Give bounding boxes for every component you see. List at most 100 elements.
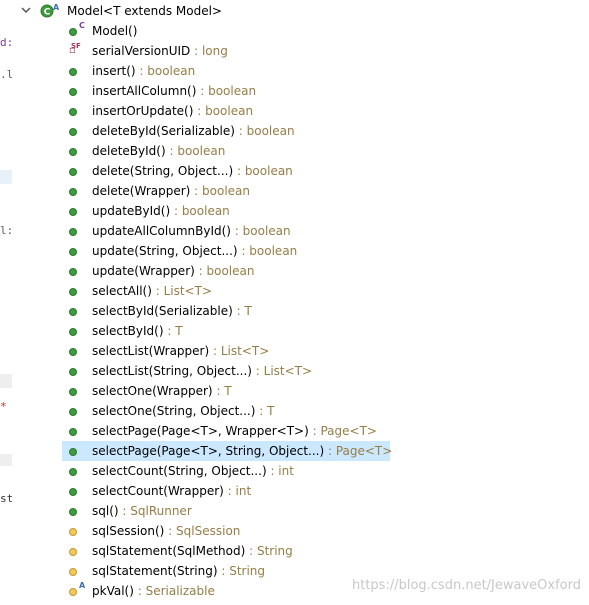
svg-text:C: C <box>44 8 51 18</box>
member-row-delete-wrapper[interactable]: delete(Wrapper) : boolean <box>12 181 589 201</box>
member-label[interactable]: update(String, Object...) : boolean <box>92 241 297 261</box>
chevron-down-icon[interactable] <box>20 3 32 17</box>
protected-method-icon <box>69 548 77 556</box>
member-return-type: T <box>267 404 275 418</box>
member-label[interactable]: sql() : SqlRunner <box>92 501 192 521</box>
member-label[interactable]: deleteById() : boolean <box>92 141 225 161</box>
member-row-selectall[interactable]: selectAll() : List<T> <box>12 281 589 301</box>
member-label[interactable]: update(Wrapper) : boolean <box>92 261 254 281</box>
type-separator: : <box>190 184 203 198</box>
member-label[interactable]: selectPage(Page<T>, Wrapper<T>) : Page<T… <box>92 421 377 441</box>
member-row-update-string-object[interactable]: update(String, Object...) : boolean <box>12 241 589 261</box>
member-row-updatebyid[interactable]: updateById() : boolean <box>12 201 589 221</box>
member-signature: update(String, Object...) <box>92 244 238 258</box>
member-row-delete-string-object[interactable]: delete(String, Object...) : boolean <box>12 161 589 181</box>
member-label[interactable]: selectList(String, Object...) : List<T> <box>92 361 312 381</box>
gutter-code-fragment: l: <box>0 224 12 237</box>
member-label[interactable]: Model() <box>92 21 137 41</box>
type-separator: : <box>133 584 146 598</box>
member-row-update-wrapper[interactable]: update(Wrapper) : boolean <box>12 261 589 281</box>
member-row-insert[interactable]: insert() : boolean <box>12 61 589 81</box>
member-signature: delete(String, Object...) <box>92 164 234 178</box>
member-label[interactable]: insertOrUpdate() : boolean <box>92 101 253 121</box>
member-label[interactable]: updateById() : boolean <box>92 201 230 221</box>
member-row-sqlsession[interactable]: sqlSession() : SqlSession <box>12 521 589 541</box>
member-return-type: boolean <box>147 64 196 78</box>
member-label[interactable]: selectById(Serializable) : T <box>92 301 252 321</box>
member-label[interactable]: selectOne(Wrapper) : T <box>92 381 232 401</box>
member-signature: updateById() <box>92 204 171 218</box>
member-row-selectlist-wrapper[interactable]: selectList(Wrapper) : List<T> <box>12 341 589 361</box>
member-signature: insertOrUpdate() <box>92 104 194 118</box>
member-row-serialversionuid[interactable]: ▫ SF serialVersionUID : long <box>12 41 589 61</box>
member-row-selectlist-string-object[interactable]: selectList(String, Object...) : List<T> <box>12 361 589 381</box>
member-label[interactable]: insert() : boolean <box>92 61 195 81</box>
member-label[interactable]: selectCount(String, Object...) : int <box>92 461 294 481</box>
gutter-marker: * <box>0 400 7 413</box>
member-row-selectone-wrapper[interactable]: selectOne(Wrapper) : T <box>12 381 589 401</box>
member-label[interactable]: sqlStatement(String) : String <box>92 561 265 581</box>
constructor-overlay-icon: C <box>79 21 85 30</box>
member-return-type: boolean <box>244 164 293 178</box>
public-method-icon <box>69 68 77 76</box>
class-node-label[interactable]: Model<T extends Model> <box>67 1 222 21</box>
type-separator: : <box>165 144 178 158</box>
member-row-selectcount-wrapper[interactable]: selectCount(Wrapper) : int <box>12 481 589 501</box>
editor-gutter: d: .l' l: * st <box>0 0 12 605</box>
member-signature: selectOne(String, Object...) <box>92 404 256 418</box>
member-row-deletebyid-serializable[interactable]: deleteById(Serializable) : boolean <box>12 121 589 141</box>
member-label[interactable]: sqlSession() : SqlSession <box>92 521 240 541</box>
member-signature: selectList(String, Object...) <box>92 364 252 378</box>
type-separator: : <box>196 84 209 98</box>
public-method-icon <box>69 448 77 456</box>
member-row-selectcount-string-object[interactable]: selectCount(String, Object...) : int <box>12 461 589 481</box>
member-row-selectbyid-serializable[interactable]: selectById(Serializable) : T <box>12 301 589 321</box>
member-label[interactable]: delete(Wrapper) : boolean <box>92 181 250 201</box>
type-separator: : <box>255 404 268 418</box>
member-label[interactable]: updateAllColumnById() : boolean <box>92 221 291 241</box>
member-label[interactable]: selectList(Wrapper) : List<T> <box>92 341 269 361</box>
member-label[interactable]: pkVal() : Serializable <box>92 581 215 601</box>
class-node[interactable]: C A Model<T extends Model> <box>12 1 589 21</box>
member-row-sql[interactable]: sql() : SqlRunner <box>12 501 589 521</box>
member-label[interactable]: insertAllColumn() : boolean <box>92 81 256 101</box>
member-return-type: boolean <box>206 264 255 278</box>
member-signature: serialVersionUID <box>92 44 191 58</box>
public-method-icon <box>69 288 77 296</box>
outline-tree[interactable]: C A Model<T extends Model> C Model() ▫ SF se… <box>12 0 589 605</box>
member-row-sqlstatement-sqlmethod[interactable]: sqlStatement(SqlMethod) : String <box>12 541 589 561</box>
member-row-model[interactable]: C Model() <box>12 21 589 41</box>
member-return-type: List<T> <box>220 344 270 358</box>
class-icon: C <box>40 4 54 18</box>
member-row-selectpage-page-t-string-object[interactable]: selectPage(Page<T>, String, Object...) :… <box>12 441 589 461</box>
member-label[interactable]: selectOne(String, Object...) : T <box>92 401 274 421</box>
protected-method-icon <box>69 528 77 536</box>
member-label[interactable]: selectCount(Wrapper) : int <box>92 481 251 501</box>
member-label[interactable]: deleteById(Serializable) : boolean <box>92 121 295 141</box>
member-row-updateallcolumnbyid[interactable]: updateAllColumnById() : boolean <box>12 221 589 241</box>
gutter-code-fragment: st <box>0 492 12 505</box>
member-signature: pkVal() <box>92 584 134 598</box>
type-separator: : <box>190 44 202 58</box>
type-separator: : <box>135 64 148 78</box>
type-separator: : <box>233 164 245 178</box>
member-row-insertorupdate[interactable]: insertOrUpdate() : boolean <box>12 101 589 121</box>
member-label[interactable]: serialVersionUID : long <box>92 41 228 61</box>
member-label[interactable]: selectPage(Page<T>, String, Object...) :… <box>92 441 392 461</box>
member-label[interactable]: sqlStatement(SqlMethod) : String <box>92 541 293 561</box>
member-label[interactable]: selectAll() : List<T> <box>92 281 212 301</box>
member-row-selectbyid[interactable]: selectById() : T <box>12 321 589 341</box>
member-row-insertallcolumn[interactable]: insertAllColumn() : boolean <box>12 81 589 101</box>
member-label[interactable]: delete(String, Object...) : boolean <box>92 161 293 181</box>
member-signature: insertAllColumn() <box>92 84 197 98</box>
member-signature: insert() <box>92 64 136 78</box>
member-label[interactable]: selectById() : T <box>92 321 183 341</box>
member-row-deletebyid[interactable]: deleteById() : boolean <box>12 141 589 161</box>
gutter-highlight <box>0 454 12 466</box>
member-row-selectpage-page-t-wrapper-t[interactable]: selectPage(Page<T>, Wrapper<T>) : Page<T… <box>12 421 589 441</box>
member-return-type: T <box>224 384 232 398</box>
abstract-overlay-icon: A <box>79 581 86 590</box>
public-method-icon <box>69 108 77 116</box>
member-row-selectone-string-object[interactable]: selectOne(String, Object...) : T <box>12 401 589 421</box>
type-separator: : <box>151 284 164 298</box>
